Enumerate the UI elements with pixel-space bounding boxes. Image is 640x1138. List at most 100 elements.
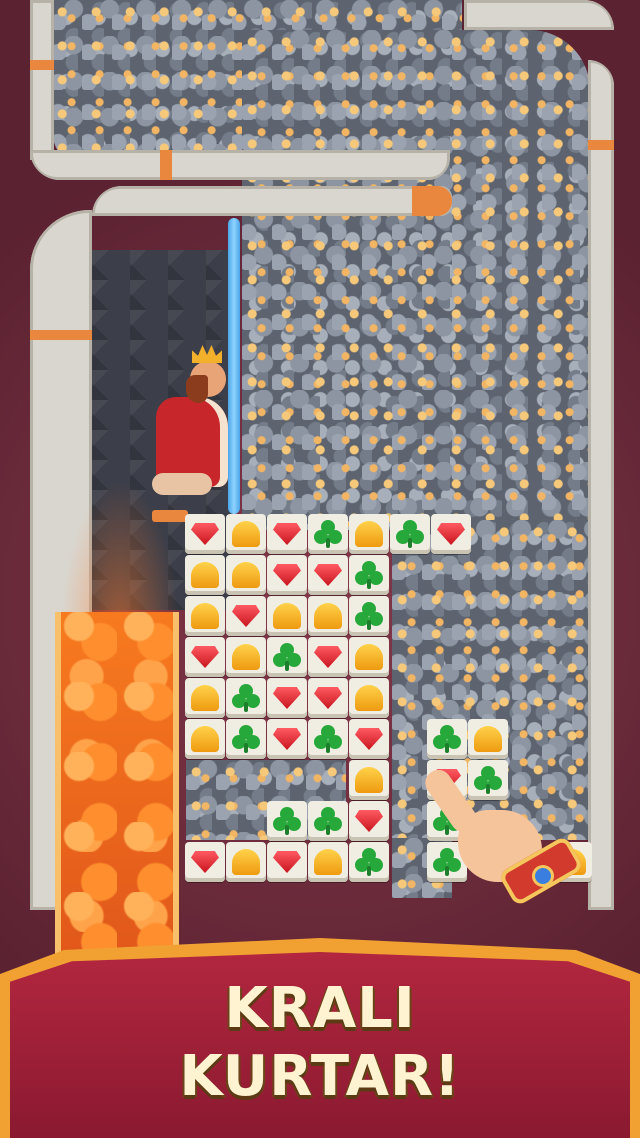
gem-icon xyxy=(273,851,301,873)
gem-icon xyxy=(232,605,260,627)
tile-clover[interactable] xyxy=(308,801,348,841)
tile-helmet[interactable] xyxy=(185,678,225,718)
pipe-wall-bend xyxy=(30,150,450,180)
king-hair xyxy=(186,375,208,403)
tile-helmet[interactable] xyxy=(226,842,266,882)
tile-gem[interactable] xyxy=(267,555,307,595)
pipe-wall-divider xyxy=(92,186,452,216)
gem-icon xyxy=(191,523,219,545)
clover-icon xyxy=(355,561,383,589)
clover-icon xyxy=(433,725,461,753)
tile-clover[interactable] xyxy=(427,719,467,759)
tile-gem[interactable] xyxy=(226,596,266,636)
clover-icon xyxy=(314,725,342,753)
tile-gem[interactable] xyxy=(185,842,225,882)
helmet-icon xyxy=(232,849,260,875)
clover-icon xyxy=(273,643,301,671)
helmet-icon xyxy=(355,521,383,547)
helmet-icon xyxy=(314,849,342,875)
tile-clover[interactable] xyxy=(308,719,348,759)
king-character-icon xyxy=(150,345,240,510)
banner-title: KRALI KURTAR! xyxy=(0,975,640,1111)
tile-helmet[interactable] xyxy=(468,719,508,759)
tile-helmet[interactable] xyxy=(349,678,389,718)
helmet-icon xyxy=(191,726,219,752)
tile-helmet[interactable] xyxy=(185,555,225,595)
pipe-wall-top xyxy=(30,0,54,160)
tile-helmet[interactable] xyxy=(226,555,266,595)
tile-clover[interactable] xyxy=(267,637,307,677)
tile-helmet[interactable] xyxy=(349,760,389,800)
tile-clover[interactable] xyxy=(308,514,348,554)
gem-icon xyxy=(273,523,301,545)
tile-gem[interactable] xyxy=(185,514,225,554)
banner-line-1: KRALI xyxy=(224,976,416,1041)
tile-gem[interactable] xyxy=(308,555,348,595)
gem-icon xyxy=(273,687,301,709)
tile-gem[interactable] xyxy=(267,514,307,554)
gem-icon xyxy=(355,810,383,832)
gem-icon xyxy=(273,564,301,586)
tile-clover[interactable] xyxy=(226,678,266,718)
tile-clover[interactable] xyxy=(349,555,389,595)
tile-helmet[interactable] xyxy=(226,637,266,677)
pipe-band-1 xyxy=(30,60,54,70)
tile-gem[interactable] xyxy=(267,678,307,718)
hand-finger xyxy=(420,764,482,838)
tile-gem[interactable] xyxy=(349,719,389,759)
crown-icon xyxy=(192,345,222,363)
tile-gem[interactable] xyxy=(349,801,389,841)
helmet-icon xyxy=(355,767,383,793)
helmet-icon xyxy=(314,603,342,629)
gem-icon xyxy=(355,728,383,750)
helmet-icon xyxy=(191,562,219,588)
tile-helmet[interactable] xyxy=(308,842,348,882)
pointing-hand-icon xyxy=(420,760,585,910)
king-boots xyxy=(152,473,212,495)
lava-column xyxy=(55,612,179,972)
clover-icon xyxy=(273,807,301,835)
banner-line-2: KURTAR! xyxy=(179,1044,461,1109)
tile-gem[interactable] xyxy=(308,678,348,718)
pipe-band-5 xyxy=(588,140,614,150)
tile-clover[interactable] xyxy=(226,719,266,759)
gem-icon xyxy=(191,646,219,668)
tile-helmet[interactable] xyxy=(349,514,389,554)
cuff-jewel-icon xyxy=(535,868,551,884)
pipe-band-3 xyxy=(412,186,452,216)
helmet-icon xyxy=(232,644,260,670)
tile-helmet[interactable] xyxy=(185,719,225,759)
tile-clover[interactable] xyxy=(349,842,389,882)
tile-gem[interactable] xyxy=(308,637,348,677)
tile-helmet[interactable] xyxy=(349,637,389,677)
tile-gem[interactable] xyxy=(431,514,471,554)
tile-gem[interactable] xyxy=(267,842,307,882)
tile-clover[interactable] xyxy=(349,596,389,636)
rock-pile-right xyxy=(242,30,590,530)
helmet-icon xyxy=(232,562,260,588)
game-scene: KRALI KURTAR! xyxy=(0,0,640,1138)
helmet-icon xyxy=(474,726,502,752)
pipe-band-2 xyxy=(160,150,172,180)
clover-icon xyxy=(314,807,342,835)
tile-clover[interactable] xyxy=(390,514,430,554)
gem-icon xyxy=(314,646,342,668)
helmet-icon xyxy=(232,521,260,547)
tile-helmet[interactable] xyxy=(267,596,307,636)
pipe-band-4 xyxy=(30,330,92,340)
tile-helmet[interactable] xyxy=(308,596,348,636)
tile-clover[interactable] xyxy=(267,801,307,841)
gem-icon xyxy=(273,728,301,750)
helmet-icon xyxy=(191,603,219,629)
tile-helmet[interactable] xyxy=(226,514,266,554)
helmet-icon xyxy=(191,685,219,711)
gem-icon xyxy=(437,523,465,545)
tile-gem[interactable] xyxy=(185,637,225,677)
pipe-wall-top-right xyxy=(464,0,614,30)
clover-icon xyxy=(396,520,424,548)
clover-icon xyxy=(355,848,383,876)
tile-helmet[interactable] xyxy=(185,596,225,636)
king-ledge xyxy=(152,510,188,522)
tile-gem[interactable] xyxy=(267,719,307,759)
helmet-icon xyxy=(355,685,383,711)
